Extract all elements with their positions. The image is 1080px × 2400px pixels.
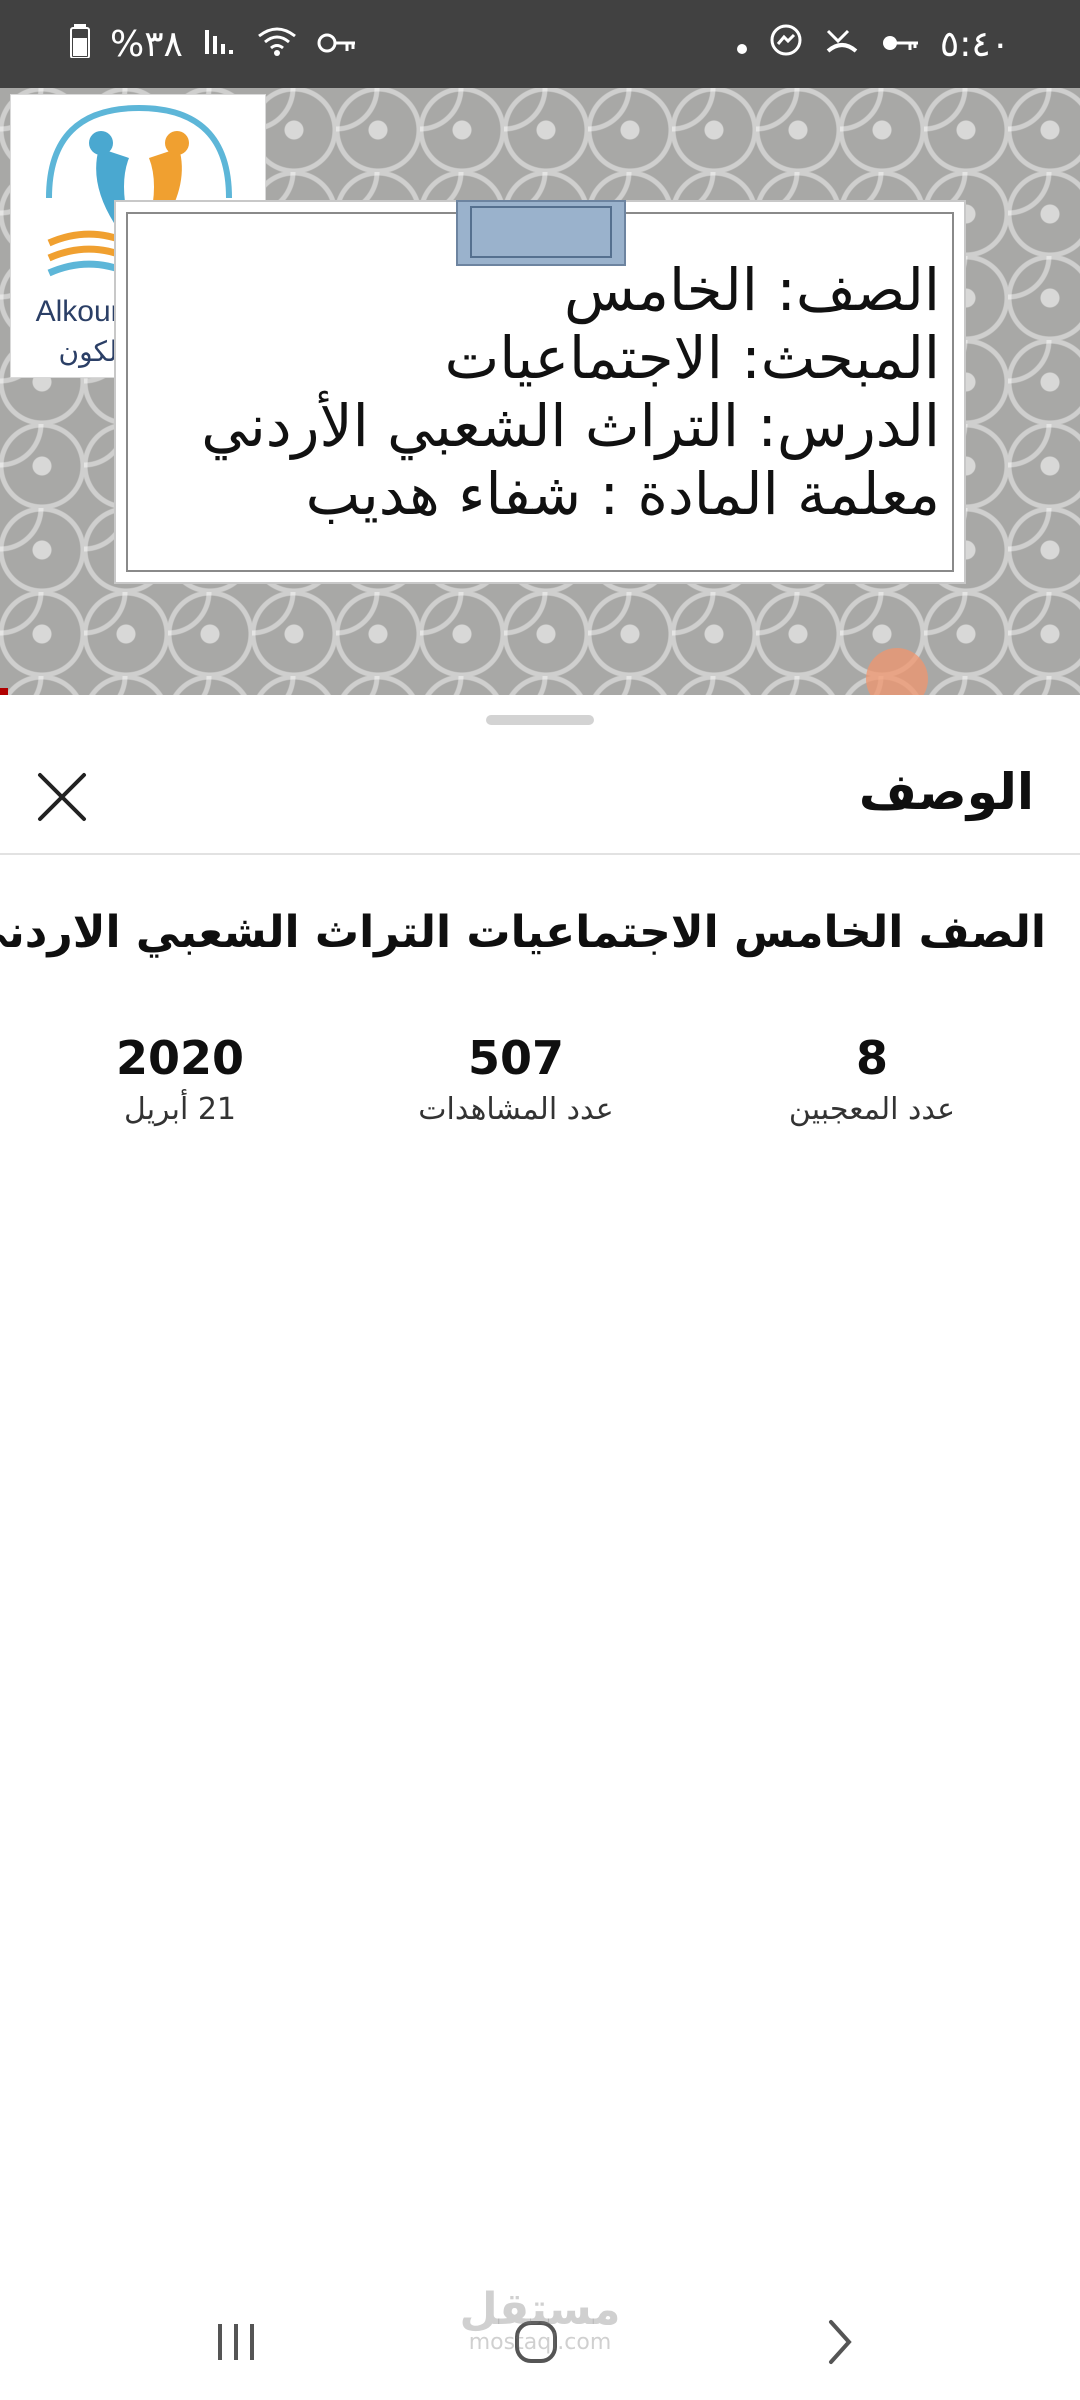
close-button[interactable]: [30, 765, 94, 829]
watermark: مستقل mostaql.com: [440, 2288, 640, 2354]
date-stat: 2020 21 أبريل: [40, 1030, 320, 1127]
close-icon: [38, 773, 86, 821]
vpn-key-icon: [317, 27, 357, 61]
video-player[interactable]: Alkoun Schools مدارس الكون الصف: الخامس …: [0, 88, 1080, 695]
slide-line-teacher: معلمة المادة : شفاء هديب: [305, 460, 940, 528]
watermark-sub: mostaql.com: [468, 2330, 612, 2355]
back-icon: [829, 2320, 852, 2364]
upload-date: 21 أبريل: [123, 1092, 237, 1127]
signal-icon: [203, 26, 237, 62]
messenger-icon: [768, 23, 804, 65]
views-label: عدد المشاهدات: [418, 1092, 614, 1127]
likes-count: 8: [855, 1031, 888, 1085]
battery-icon: [70, 24, 90, 64]
recents-icon: [218, 2324, 254, 2360]
views-count: 507: [467, 1031, 565, 1085]
upload-year: 2020: [115, 1031, 245, 1085]
sheet-header: الوصف: [0, 745, 1080, 855]
battery-percent: %٣٨: [110, 23, 183, 65]
recents-button[interactable]: [186, 2302, 286, 2382]
drag-handle[interactable]: [486, 715, 594, 725]
notification-dot-icon: [736, 27, 748, 61]
status-right: ٥:٤٠: [736, 23, 1010, 65]
slide-line-lesson: الدرس: التراث الشعبي الأردني: [201, 392, 940, 460]
watermark-text: مستقل: [459, 2284, 621, 2335]
sheet-title: الوصف: [858, 763, 1034, 821]
back-button[interactable]: [790, 2302, 890, 2382]
progress-edge: [0, 688, 8, 695]
decorative-dot: [866, 648, 928, 695]
views-stat: 507 عدد المشاهدات: [376, 1030, 656, 1127]
likes-label: عدد المعجبين: [788, 1092, 956, 1127]
slide-tab: [456, 200, 626, 266]
video-title: الصف الخامس الاجتماعيات التراث الشعبي ال…: [0, 907, 1046, 958]
status-left: %٣٨: [70, 24, 357, 65]
description-sheet: الوصف الصف الخامس الاجتماعيات التراث الش…: [0, 695, 1080, 2400]
slide-line-grade: الصف: الخامس: [563, 256, 940, 324]
status-bar: %٣٨ ٥:٤٠: [0, 0, 1080, 88]
wifi-icon: [257, 26, 297, 62]
slide-card: الصف: الخامس المبحث: الاجتماعيات الدرس: …: [114, 200, 966, 584]
slide-content: الصف: الخامس المبحث: الاجتماعيات الدرس: …: [126, 212, 954, 572]
likes-stat: 8 عدد المعجبين: [732, 1030, 1012, 1127]
missed-call-icon: [824, 25, 860, 63]
slide-line-subject: المبحث: الاجتماعيات: [444, 324, 940, 392]
key-icon: [880, 27, 920, 61]
clock: ٥:٤٠: [939, 23, 1010, 65]
